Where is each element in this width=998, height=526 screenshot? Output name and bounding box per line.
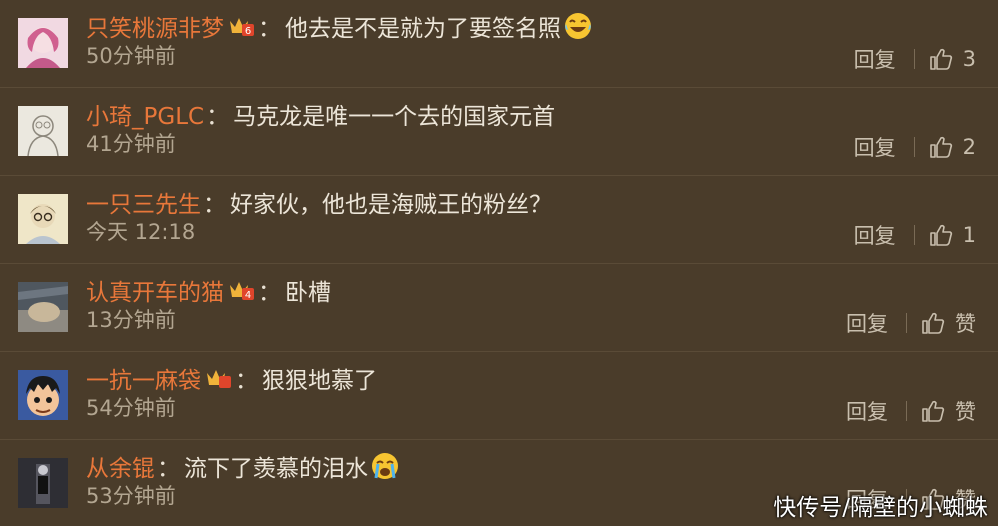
reply-button[interactable]: 回复 — [846, 396, 888, 426]
avatar[interactable] — [18, 106, 68, 156]
thumbs-up-icon — [922, 400, 945, 422]
comment-item: 只笑桃源非梦 6 ： 他去是不是就为了要签名照 50分钟前 回复 3 — [0, 0, 998, 88]
comment-item: 一抗一麻袋 ： 狠狠地慕了 54分钟前 回复 赞 — [0, 352, 998, 440]
thumbs-up-icon — [929, 136, 952, 158]
comment-text: 卧槽 — [285, 280, 331, 306]
thumbs-up-icon — [929, 48, 952, 70]
timestamp: 54分钟前 — [86, 396, 176, 420]
laughing-tears-emoji-icon — [563, 11, 593, 41]
vip-level: 4 — [245, 290, 251, 301]
watermark: 快传号/隔壁的小蜘蛛 — [773, 495, 988, 521]
reply-button[interactable]: 回复 — [854, 132, 896, 162]
vip-crown-icon — [205, 367, 233, 389]
like-button[interactable]: 3 — [929, 47, 976, 71]
like-button[interactable]: 赞 — [921, 396, 976, 426]
divider — [906, 401, 907, 421]
colon: ： — [258, 280, 281, 306]
comment-text: 马克龙是唯一一个去的国家元首 — [233, 104, 556, 130]
like-button[interactable]: 1 — [929, 223, 976, 247]
vip-crown-icon: 6 — [228, 15, 256, 37]
comment-item: 认真开车的猫 4 ： 卧槽 13分钟前 回复 赞 — [0, 264, 998, 352]
timestamp: 今天 12:18 — [86, 220, 196, 244]
username-link[interactable]: 只笑桃源非梦 — [86, 9, 224, 43]
like-button[interactable]: 2 — [929, 135, 976, 159]
timestamp: 53分钟前 — [86, 484, 176, 508]
colon: ： — [235, 368, 258, 394]
avatar[interactable] — [18, 194, 68, 244]
divider — [913, 137, 915, 157]
reply-button[interactable]: 回复 — [846, 308, 888, 338]
avatar[interactable] — [18, 18, 68, 68]
comment-text: 流下了羡慕的泪水 — [184, 456, 368, 482]
avatar[interactable] — [18, 370, 68, 420]
username-link[interactable]: 认真开车的猫 — [86, 273, 224, 307]
colon: ： — [258, 16, 281, 42]
vip-level: 6 — [245, 26, 251, 37]
like-label: 赞 — [955, 312, 976, 336]
reply-button[interactable]: 回复 — [854, 44, 896, 74]
crying-emoji-icon — [370, 451, 400, 481]
username-link[interactable]: 从余锟 — [86, 449, 155, 483]
comment-item: 小琦_PGLC ： 马克龙是唯一一个去的国家元首 41分钟前 回复 2 — [0, 88, 998, 176]
colon: ： — [206, 104, 230, 130]
username-link[interactable]: 一抗一麻袋 — [86, 361, 201, 395]
comment-text: 好家伙，他也是海贼王的粉丝？ — [230, 192, 552, 218]
like-count: 3 — [962, 47, 976, 71]
comment-text: 狠狠地慕了 — [262, 368, 377, 394]
timestamp: 41分钟前 — [86, 132, 176, 156]
comment-text: 他去是不是就为了要签名照 — [285, 16, 561, 42]
timestamp: 50分钟前 — [86, 44, 176, 68]
timestamp: 13分钟前 — [86, 308, 176, 332]
avatar[interactable] — [18, 282, 68, 332]
like-button[interactable]: 赞 — [921, 308, 976, 338]
comment-item: 一只三先生 ： 好家伙，他也是海贼王的粉丝？ 今天 12:18 回复 1 — [0, 176, 998, 264]
divider — [913, 49, 915, 69]
reply-button[interactable]: 回复 — [854, 220, 896, 250]
comment-list: 只笑桃源非梦 6 ： 他去是不是就为了要签名照 50分钟前 回复 3 小琦_PG… — [0, 0, 998, 526]
like-label: 赞 — [955, 400, 976, 424]
like-count: 1 — [962, 223, 976, 247]
colon: ： — [157, 456, 180, 482]
like-count: 2 — [962, 135, 976, 159]
thumbs-up-icon — [922, 312, 945, 334]
thumbs-up-icon — [929, 224, 952, 246]
divider — [906, 313, 907, 333]
vip-crown-icon: 4 — [228, 279, 256, 301]
divider — [913, 225, 915, 245]
colon: ： — [203, 192, 226, 218]
username-link[interactable]: 一只三先生 — [86, 185, 201, 219]
username-link[interactable]: 小琦_PGLC — [86, 97, 204, 131]
avatar[interactable] — [18, 458, 68, 508]
